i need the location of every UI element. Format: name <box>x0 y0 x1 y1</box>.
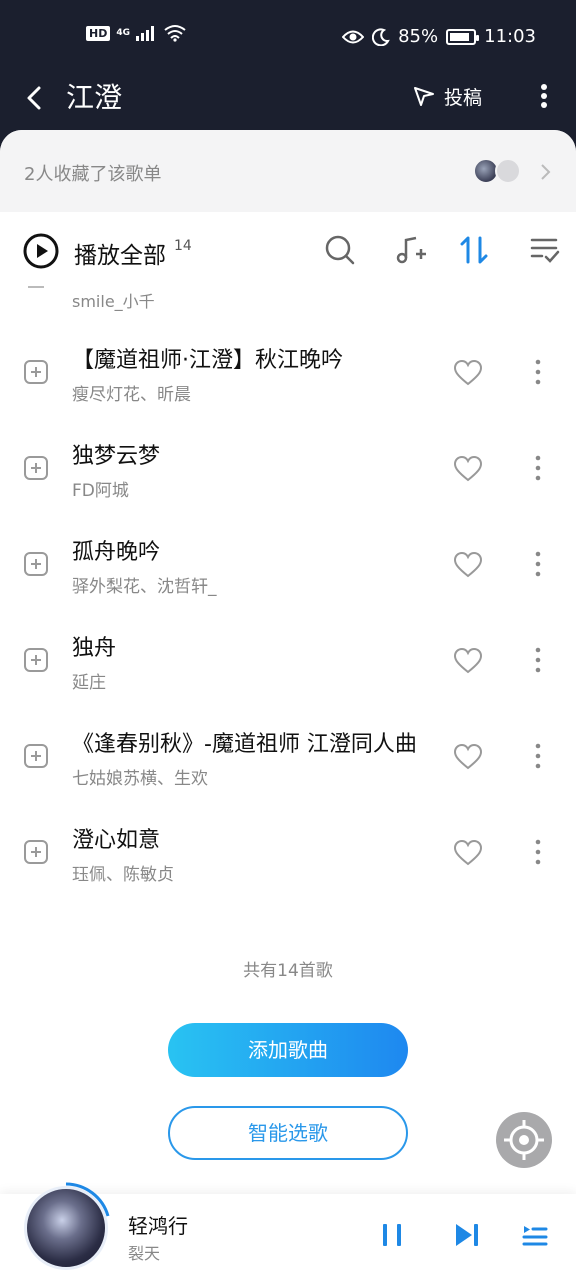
mini-player[interactable]: 轻鸿行 裂天 <box>0 1182 576 1280</box>
song-artist: 珏佩、陈敏贞 <box>72 865 174 885</box>
add-music-icon[interactable] <box>392 232 428 268</box>
add-to-playlist-icon[interactable] <box>24 360 48 384</box>
play-circle-icon[interactable] <box>22 232 60 270</box>
avatar <box>495 158 521 184</box>
song-title: 独舟 <box>72 636 117 661</box>
list-item[interactable]: 独梦云梦 FD阿城 <box>0 424 576 520</box>
more-vertical-icon[interactable] <box>528 452 548 484</box>
divider <box>28 286 44 288</box>
battery-percent: 85% <box>398 26 439 47</box>
hd-badge: HD <box>86 25 111 41</box>
list-item[interactable]: smile_小千 <box>0 280 576 311</box>
eye-icon <box>342 30 365 43</box>
song-artist: 瘦尽灯花、昕晨 <box>72 385 191 405</box>
add-to-playlist-icon[interactable] <box>24 840 48 864</box>
playlist-panel: 2人收藏了该歌单 播放全部 14 smile_小千 【魔道祖师·江澄】秋江晚吟 … <box>0 130 576 1280</box>
song-title: 独梦云梦 <box>72 444 161 469</box>
heart-icon[interactable] <box>454 360 482 386</box>
chevron-right-icon <box>541 164 551 180</box>
now-playing-artist: 裂天 <box>128 1244 161 1263</box>
song-artist: FD阿城 <box>72 481 129 501</box>
song-artist: 七姑娘苏横、生欢 <box>72 769 208 789</box>
title-bar: 江澄 投稿 <box>0 72 576 132</box>
playlist-icon[interactable] <box>520 1220 550 1250</box>
heart-icon[interactable] <box>454 648 482 674</box>
song-artist: 驿外梨花、沈哲轩_ <box>72 577 217 597</box>
page-title: 江澄 <box>66 81 123 114</box>
list-item[interactable]: 孤舟晚吟 驿外梨花、沈哲轩_ <box>0 520 576 616</box>
add-to-playlist-icon[interactable] <box>24 456 48 480</box>
list-toolbar: 播放全部 14 <box>0 212 576 288</box>
song-title: 【魔道祖师·江澄】秋江晚吟 <box>72 348 343 373</box>
locate-current-button[interactable] <box>496 1112 552 1168</box>
status-right: 85% 11:03 <box>342 26 536 47</box>
play-all-label[interactable]: 播放全部 <box>74 236 166 270</box>
more-vertical-icon[interactable] <box>528 644 548 676</box>
heart-icon[interactable] <box>454 744 482 770</box>
heart-icon[interactable] <box>454 840 482 866</box>
song-title: 《逢春别秋》-魔道祖师 江澄同人曲 <box>72 732 417 757</box>
song-artist: 延庄 <box>72 673 106 693</box>
favorites-avatars <box>473 158 525 184</box>
pause-icon[interactable] <box>377 1220 407 1250</box>
heart-icon[interactable] <box>454 552 482 578</box>
song-count: 14 <box>174 238 192 254</box>
now-playing-title: 轻鸿行 <box>128 1214 188 1238</box>
status-bar: HD 4G 85% 11:03 <box>0 0 576 72</box>
wifi-icon <box>164 25 186 42</box>
more-vertical-icon[interactable] <box>528 356 548 388</box>
more-vertical-icon[interactable] <box>528 836 548 868</box>
list-item[interactable]: 【魔道祖师·江澄】秋江晚吟 瘦尽灯花、昕晨 <box>0 328 576 424</box>
locate-icon <box>504 1120 544 1160</box>
add-songs-button[interactable]: 添加歌曲 <box>168 1023 408 1077</box>
total-songs-text: 共有14首歌 <box>243 961 333 981</box>
more-vertical-icon[interactable] <box>528 740 548 772</box>
network-type: 4G <box>116 28 130 38</box>
next-icon[interactable] <box>452 1220 482 1250</box>
add-to-playlist-icon[interactable] <box>24 552 48 576</box>
battery-icon <box>446 28 480 45</box>
album-cover[interactable] <box>24 1186 108 1270</box>
signal-icon <box>136 26 154 41</box>
heart-icon[interactable] <box>454 456 482 482</box>
favorites-text: 2人收藏了该歌单 <box>24 164 162 185</box>
smart-pick-button[interactable]: 智能选歌 <box>168 1106 408 1160</box>
submit-button[interactable]: 投稿 <box>412 78 482 114</box>
list-item[interactable]: 《逢春别秋》-魔道祖师 江澄同人曲 七姑娘苏横、生欢 <box>0 712 576 808</box>
sort-icon[interactable] <box>456 232 492 268</box>
back-arrow-icon[interactable] <box>18 80 54 116</box>
song-title: 澄心如意 <box>72 828 161 853</box>
list-item[interactable]: 独舟 延庄 <box>0 616 576 712</box>
moon-icon <box>372 27 390 46</box>
favorites-bar[interactable]: 2人收藏了该歌单 <box>0 130 576 212</box>
add-to-playlist-icon[interactable] <box>24 648 48 672</box>
song-artist: smile_小千 <box>72 292 155 311</box>
send-icon <box>414 87 434 106</box>
multi-select-icon[interactable] <box>528 232 564 268</box>
song-title: 孤舟晚吟 <box>72 540 161 565</box>
status-left: HD 4G <box>86 24 186 42</box>
add-to-playlist-icon[interactable] <box>24 744 48 768</box>
list-item[interactable]: 澄心如意 珏佩、陈敏贞 <box>0 808 576 904</box>
more-vertical-icon[interactable] <box>528 548 548 580</box>
clock: 11:03 <box>484 26 536 47</box>
search-icon[interactable] <box>322 232 358 268</box>
submit-label: 投稿 <box>444 86 483 109</box>
more-vertical-icon[interactable] <box>526 78 562 114</box>
